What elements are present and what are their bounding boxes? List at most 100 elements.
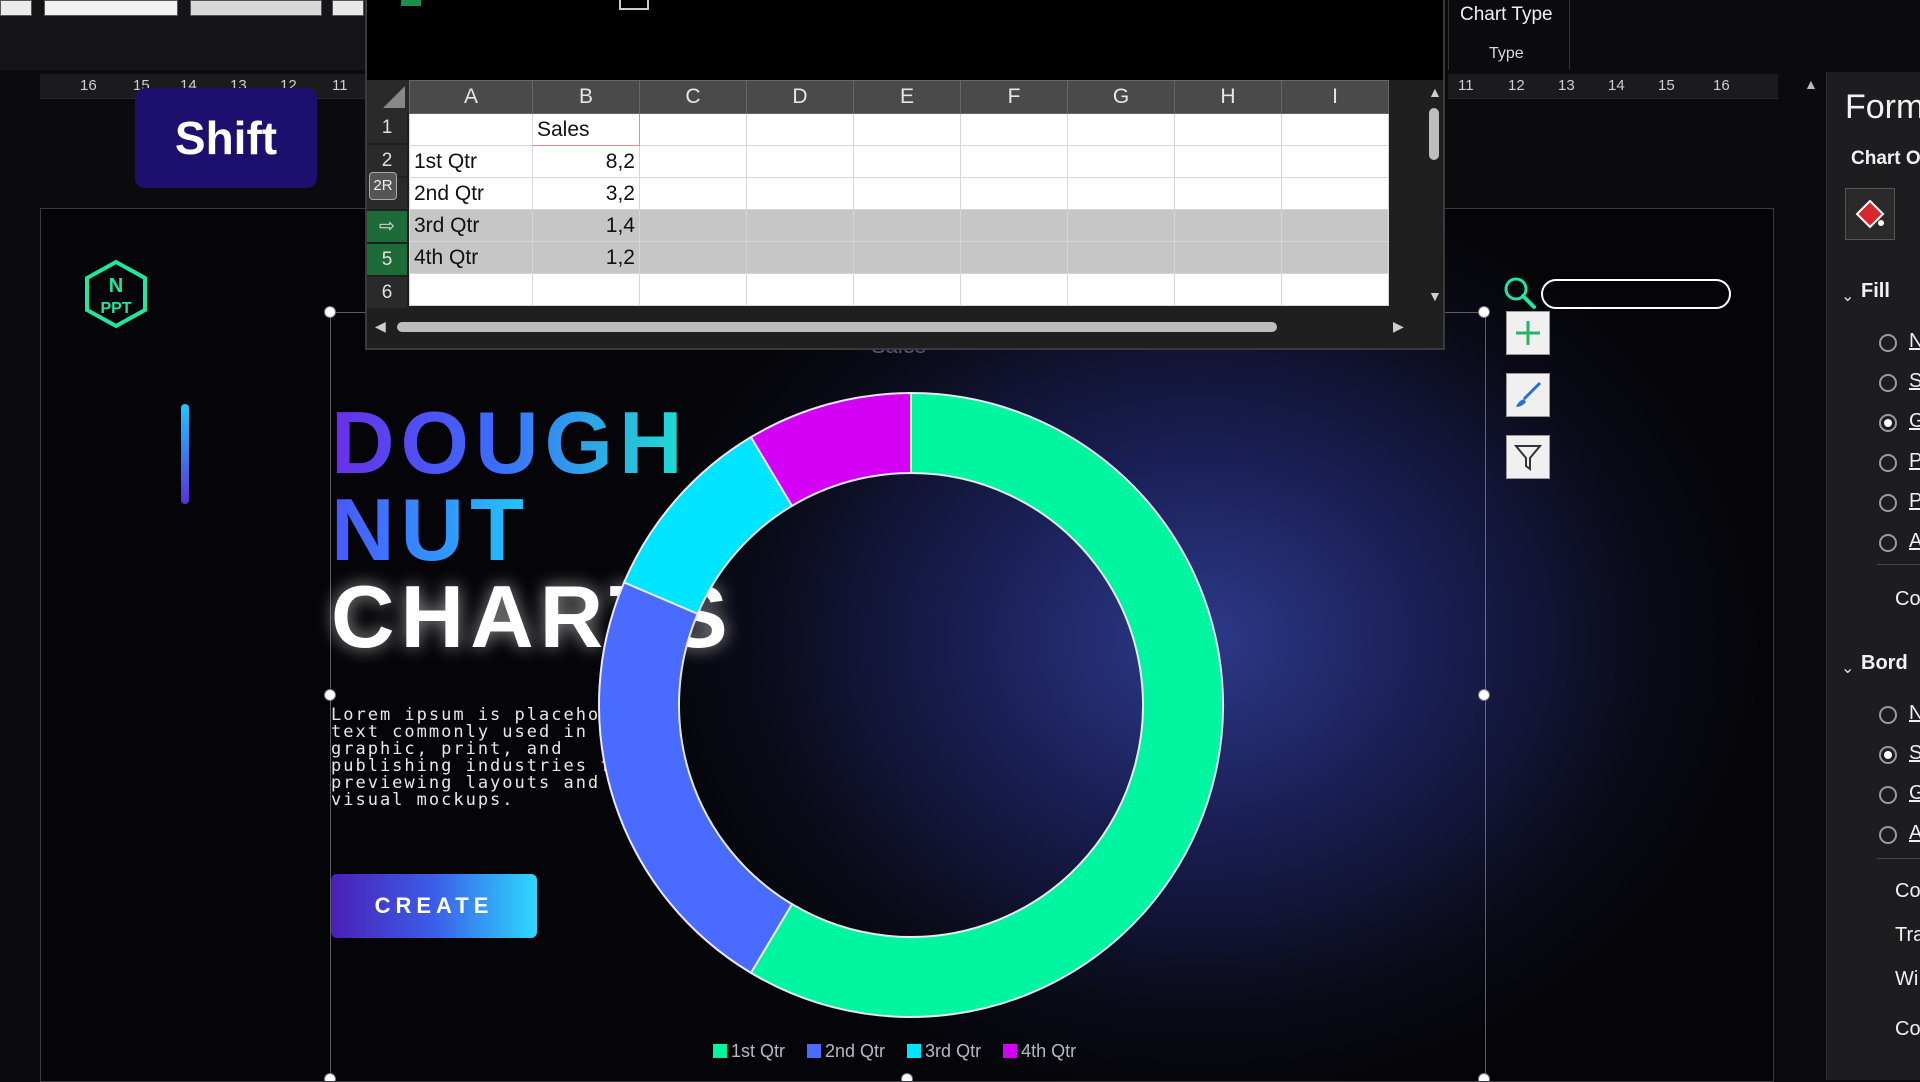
fill-option-label[interactable]: N bbox=[1909, 330, 1920, 353]
sheet-cell[interactable]: Sales bbox=[532, 113, 640, 146]
sheet-cell[interactable]: 3rd Qtr bbox=[409, 209, 533, 242]
vertical-scrollbar[interactable]: ▲ ▼ bbox=[1425, 82, 1443, 310]
donut-slice[interactable] bbox=[598, 581, 794, 975]
sheet-cell[interactable] bbox=[409, 113, 533, 146]
change-chart-type-button[interactable]: Chart Type bbox=[1460, 4, 1553, 26]
legend-item[interactable]: 3rd Qtr bbox=[907, 1039, 981, 1063]
slide-thumbnail[interactable] bbox=[0, 0, 32, 16]
resize-handle[interactable] bbox=[901, 1073, 913, 1081]
legend-item[interactable]: 2nd Qtr bbox=[807, 1039, 885, 1063]
chart-filters-button[interactable] bbox=[1506, 435, 1550, 479]
sheet-cell[interactable]: 1,4 bbox=[532, 209, 640, 242]
sheet-cell[interactable] bbox=[1174, 113, 1282, 146]
sheet-cell[interactable] bbox=[639, 241, 747, 274]
sheet-cell[interactable] bbox=[639, 177, 747, 210]
fill-radio[interactable] bbox=[1879, 374, 1897, 392]
chart-legend[interactable]: 1st Qtr 2nd Qtr 3rd Qtr 4th Qtr bbox=[713, 1039, 1076, 1063]
sheet-row[interactable]: 3rd Qtr 1,4 bbox=[409, 209, 1389, 242]
resize-handle[interactable] bbox=[1478, 689, 1490, 701]
resize-handle[interactable] bbox=[1478, 306, 1490, 318]
fill-option-label[interactable]: A bbox=[1909, 530, 1920, 553]
border-option-label[interactable]: A bbox=[1909, 822, 1920, 845]
sheet-cell[interactable] bbox=[746, 273, 854, 306]
fill-option-label[interactable]: G bbox=[1909, 410, 1920, 433]
row-header[interactable]: 6 bbox=[367, 277, 407, 308]
fill-line-tab[interactable] bbox=[1845, 188, 1895, 240]
compound-type-row[interactable]: Co bbox=[1895, 1018, 1920, 1041]
select-all-corner[interactable] bbox=[367, 80, 409, 112]
sheet-cell[interactable] bbox=[1174, 241, 1282, 274]
excel-icon[interactable] bbox=[401, 0, 421, 6]
border-radio[interactable] bbox=[1879, 826, 1897, 844]
sheet-cell[interactable]: 1,2 bbox=[532, 241, 640, 274]
border-radio[interactable] bbox=[1879, 786, 1897, 804]
row-select-arrow-icon[interactable]: ⇨ bbox=[367, 211, 407, 242]
sheet-row[interactable]: 4th Qtr 1,2 bbox=[409, 241, 1389, 274]
sheet-cell[interactable] bbox=[1067, 241, 1175, 274]
resize-handle[interactable] bbox=[324, 1073, 336, 1081]
sheet-cell[interactable] bbox=[1281, 241, 1389, 274]
sheet-cell[interactable]: 8,2 bbox=[532, 145, 640, 178]
sheet-cell[interactable] bbox=[1067, 177, 1175, 210]
scroll-up-arrow[interactable]: ▲ bbox=[1428, 84, 1442, 100]
vertical-scroll-thumb[interactable] bbox=[1429, 108, 1439, 160]
chevron-down-icon[interactable]: ⌄ bbox=[1841, 658, 1854, 678]
sheet-cell[interactable] bbox=[960, 209, 1068, 242]
sheet-cell[interactable] bbox=[409, 273, 533, 306]
sheet-cell[interactable] bbox=[746, 145, 854, 178]
fill-radio[interactable] bbox=[1879, 414, 1897, 432]
sheet-cell[interactable] bbox=[960, 145, 1068, 178]
scroll-left-arrow[interactable]: ◀ bbox=[375, 318, 386, 335]
search-icon[interactable] bbox=[1502, 275, 1538, 311]
sheet-cell[interactable] bbox=[1281, 177, 1389, 210]
border-option-label[interactable]: S bbox=[1909, 742, 1920, 765]
horizontal-scroll-thumb[interactable] bbox=[397, 322, 1277, 332]
sheet-cell[interactable] bbox=[1174, 209, 1282, 242]
fill-section-header[interactable]: Fill bbox=[1861, 280, 1890, 303]
column-header[interactable]: I bbox=[1281, 80, 1389, 114]
sheet-cell[interactable] bbox=[853, 209, 961, 242]
sheet-row[interactable] bbox=[409, 273, 1389, 306]
border-section-header[interactable]: Bord bbox=[1861, 652, 1908, 675]
fill-radio[interactable] bbox=[1879, 334, 1897, 352]
row-header[interactable]: 1 bbox=[367, 112, 407, 143]
border-radio[interactable] bbox=[1879, 746, 1897, 764]
search-input[interactable] bbox=[1541, 279, 1731, 309]
sheet-cell[interactable] bbox=[746, 241, 854, 274]
donut-chart[interactable] bbox=[591, 385, 1231, 1025]
horizontal-scrollbar[interactable]: ◀ ▶ bbox=[367, 316, 1443, 338]
sheet-cell[interactable] bbox=[960, 113, 1068, 146]
sheet-cell[interactable] bbox=[639, 273, 747, 306]
border-color-row[interactable]: Co bbox=[1895, 880, 1920, 903]
fill-radio[interactable] bbox=[1879, 454, 1897, 472]
sheet-cell[interactable] bbox=[1067, 209, 1175, 242]
fill-color-row[interactable]: Co bbox=[1895, 588, 1920, 611]
chart-options-dropdown[interactable]: Chart O bbox=[1851, 148, 1920, 170]
pane-scroll-up-arrow[interactable]: ▲ bbox=[1804, 76, 1818, 92]
chart-elements-button[interactable] bbox=[1506, 311, 1550, 355]
sheet-cell[interactable] bbox=[853, 177, 961, 210]
fill-option-label[interactable]: P bbox=[1909, 490, 1920, 513]
sheet-cell[interactable] bbox=[853, 145, 961, 178]
column-header[interactable]: B bbox=[532, 80, 640, 114]
column-header[interactable]: A bbox=[409, 80, 533, 114]
fill-radio[interactable] bbox=[1879, 494, 1897, 512]
legend-item[interactable]: 4th Qtr bbox=[1003, 1039, 1076, 1063]
sheet-cell[interactable] bbox=[1174, 145, 1282, 178]
sheet-cell[interactable] bbox=[1281, 273, 1389, 306]
sheet-cell[interactable] bbox=[853, 241, 961, 274]
fill-option-label[interactable]: S bbox=[1909, 370, 1920, 393]
sheet-row[interactable]: 2nd Qtr 3,2 bbox=[409, 177, 1389, 210]
chevron-down-icon[interactable]: ⌄ bbox=[1841, 286, 1854, 306]
sheet-cell[interactable] bbox=[853, 273, 961, 306]
chart-styles-button[interactable] bbox=[1506, 373, 1550, 417]
slide-thumbnail[interactable] bbox=[190, 0, 322, 16]
sheet-cell[interactable] bbox=[960, 273, 1068, 306]
sheet-cell[interactable] bbox=[1281, 113, 1389, 146]
resize-handle[interactable] bbox=[324, 689, 336, 701]
sheet-cell[interactable] bbox=[960, 241, 1068, 274]
sheet-cell[interactable] bbox=[746, 113, 854, 146]
width-row[interactable]: Wi bbox=[1895, 968, 1918, 991]
sheet-cell[interactable]: 1st Qtr bbox=[409, 145, 533, 178]
spreadsheet-grid[interactable]: A B C D E F G H I Sales 1st Qtr 8,2 2nd Qtr… bbox=[409, 80, 1389, 306]
